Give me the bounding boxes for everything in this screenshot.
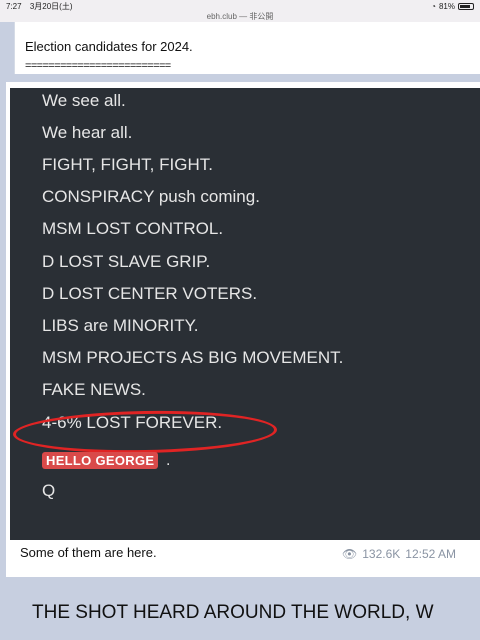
separator-text: ========================= [25,60,171,72]
status-date: 3月20日(土) [29,1,73,11]
status-bar: 7:27 3月20日(土) ◔ 81% [0,0,480,12]
view-count: 132.6K [362,547,401,561]
address-bar[interactable]: ebh.club — 非公開 [0,12,480,22]
post-meta: 👁 132.6K 12:52 AM [342,547,456,561]
wifi-icon: ◔ [431,1,436,11]
post-title: Election candidates for 2024. [25,39,193,54]
quote-line: D LOST CENTER VOTERS. [42,284,258,303]
quote-line: We hear all. [42,123,133,142]
quote-line: MSM LOST CONTROL. [42,219,224,238]
battery-icon [458,2,474,10]
quote-line: D LOST SLAVE GRIP. [42,252,211,271]
post-caption: Some of them are here. [20,545,157,560]
quote-signature: Q [42,481,56,500]
status-time: 7:27 [6,1,22,11]
quote-line: FIGHT, FIGHT, FIGHT. [42,155,213,174]
headline-text: THE SHOT HEARD AROUND THE WORLD, W [32,602,434,623]
status-time-date: 7:27 3月20日(土) [6,1,79,12]
quote-line: MSM PROJECTS AS BIG MOVEMENT. [42,348,344,367]
post-card: We see all. We hear all. FIGHT, FIGHT, F… [6,82,480,577]
quote-line: We see all. [42,91,126,110]
eye-icon: 👁 [342,547,358,561]
previous-post-card: Election candidates for 2024. ==========… [14,22,480,74]
quote-line: CONSPIRACY push coming. [42,187,260,206]
post-time: 12:52 AM [405,547,456,561]
hello-george-badge: HELLO GEORGE [42,452,159,469]
quoted-image[interactable]: We see all. We hear all. FIGHT, FIGHT, F… [10,88,480,540]
status-indicators: ◔ 81% [431,2,474,11]
quote-line: LIBS are MINORITY. [42,316,199,335]
badge-period: . [166,452,171,469]
quote-line: FAKE NEWS. [42,380,146,399]
battery-percent: 81% [438,1,455,11]
